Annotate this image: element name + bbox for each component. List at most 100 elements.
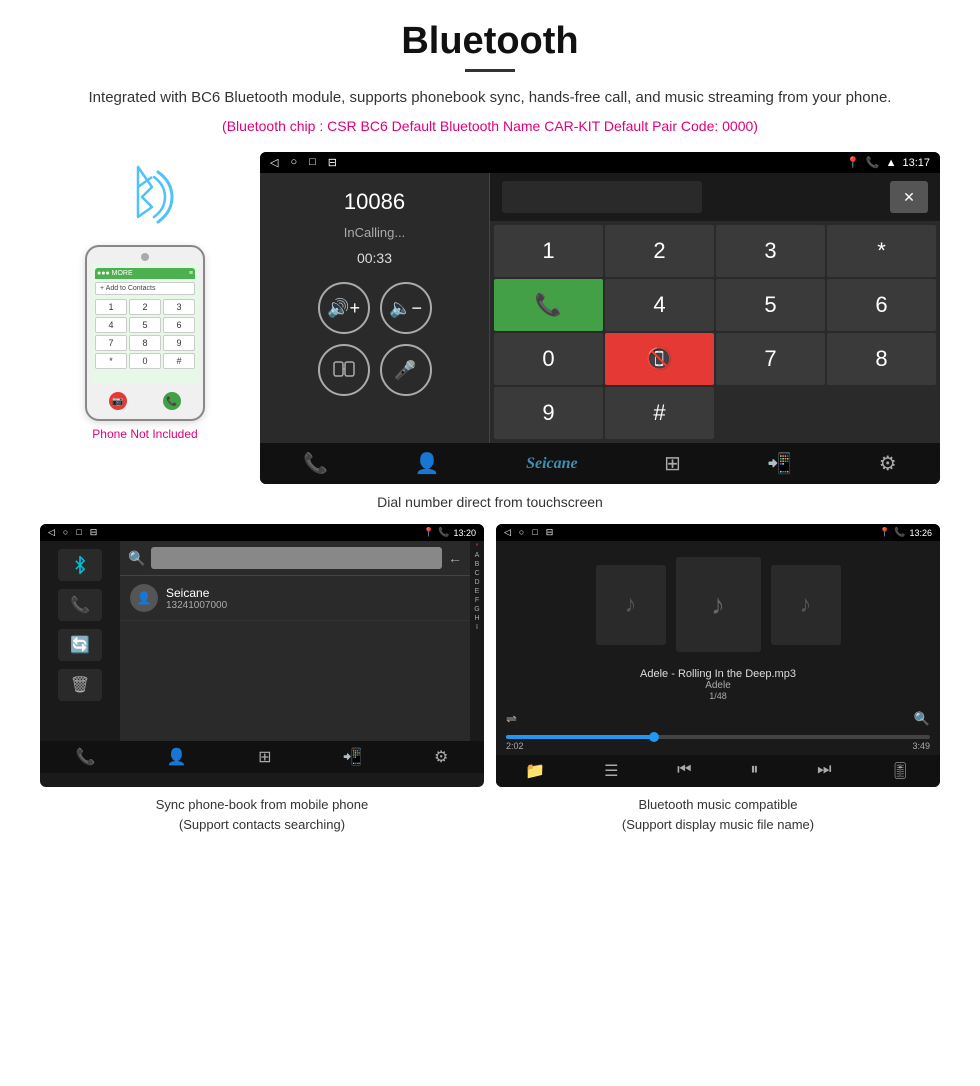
music-controls-row: ⇌ 🔍 (496, 707, 940, 731)
pb-main: 🔍 ← 👤 Seicane 13241007000 (120, 541, 470, 741)
dial-1[interactable]: 1 (494, 225, 603, 277)
phone-key-8: 8 (129, 335, 161, 351)
pb-alpha-i[interactable]: I (476, 624, 478, 631)
pb-alpha-h[interactable]: H (474, 615, 479, 622)
pb-bottom-grid[interactable]: ⊞ (258, 747, 271, 767)
dial-caption: Dial number direct from touchscreen (40, 494, 940, 510)
progress-times: 2:02 3:49 (506, 741, 930, 751)
pb-alpha-star[interactable]: * (476, 543, 479, 550)
pb-alpha-a[interactable]: A (475, 552, 480, 559)
dialpad-clear-btn[interactable]: ✕ (890, 181, 928, 213)
dial-0[interactable]: 0 (494, 333, 603, 385)
pb-delete-icon[interactable]: 🗑 (58, 669, 102, 701)
dial-6[interactable]: 6 (827, 279, 936, 331)
phonebook-screen: ◁ ○ □ ⊟ 📍 📞 13:20 (40, 524, 484, 787)
dial-8[interactable]: 8 (827, 333, 936, 385)
volume-down-btn[interactable]: 🔈− (380, 282, 432, 334)
play-pause-icon[interactable]: ⏸ (750, 761, 758, 781)
pb-alpha-e[interactable]: E (475, 588, 480, 595)
dial-9[interactable]: 9 (494, 387, 603, 439)
call-icon: 📞 (866, 156, 880, 169)
pb-bottom-bar: 📞 👤 ⊞ 📲 ⚙ (40, 741, 484, 773)
pb-nav-back: ◁ (48, 527, 55, 538)
pb-contact-row[interactable]: 👤 Seicane 13241007000 (120, 576, 470, 621)
phone-key-5: 5 (129, 317, 161, 333)
dial-call-btn[interactable]: 📞 (494, 279, 603, 331)
music-info: Adele - Rolling In the Deep.mp3 Adele 1/… (496, 662, 940, 707)
dial-3[interactable]: 3 (716, 225, 825, 277)
car-settings-icon[interactable]: ⚙ (879, 451, 897, 476)
call-controls: 🔊+ 🔈− 🎤 (318, 282, 432, 396)
playlist-icon[interactable]: ☰ (604, 761, 618, 781)
music-search-icon[interactable]: 🔍 (914, 711, 930, 727)
car-phone-icon[interactable]: 📞 (303, 451, 328, 476)
bottom-section: ◁ ○ □ ⊟ 📍 📞 13:20 (40, 524, 940, 834)
pb-alpha-b[interactable]: B (475, 561, 480, 568)
pb-status-right: 📍 📞 13:20 (423, 527, 476, 538)
phone-not-included-label: Phone Not Included (92, 427, 197, 441)
dialpad-grid: 1 2 3 * 📞 4 5 6 0 📵 7 8 9 (490, 221, 940, 443)
call-number: 10086 (344, 189, 405, 215)
music-location: 📍 (879, 527, 890, 538)
dial-5[interactable]: 5 (716, 279, 825, 331)
nav-square-icon: □ (309, 156, 316, 169)
progress-fill (506, 735, 654, 739)
bluetooth-signal-icon (110, 152, 180, 232)
pb-sync-icon[interactable]: 🔄 (58, 629, 102, 661)
car-dialpad-icon[interactable]: ⊞ (664, 451, 681, 476)
pb-alpha-f[interactable]: F (475, 597, 479, 604)
phone-screen: ●●● MORE ≡ + Add to Contacts 1 2 3 4 5 6… (91, 264, 199, 384)
pb-contact-name: Seicane (166, 586, 460, 600)
music-track: 1/48 (502, 691, 934, 701)
shuffle-icon[interactable]: ⇌ (506, 711, 517, 727)
mute-btn[interactable]: 🎤 (380, 344, 432, 396)
transfer-icon (332, 358, 356, 382)
progress-bar[interactable] (506, 735, 930, 739)
add-contacts-bar: + Add to Contacts (95, 282, 195, 295)
pb-bt-icon[interactable] (58, 549, 102, 581)
dial-hash[interactable]: # (605, 387, 714, 439)
equalizer-icon[interactable]: 🎚 (890, 761, 910, 781)
phone-key-4: 4 (95, 317, 127, 333)
prev-icon[interactable]: ⏮ (677, 761, 691, 781)
car-screen-area: ◁ ○ □ ⊟ 📍 📞 ▲ 13:17 (260, 152, 940, 484)
phone-key-1: 1 (95, 299, 127, 315)
dial-star[interactable]: * (827, 225, 936, 277)
phone-key-hash: # (163, 353, 195, 369)
volume-up-btn[interactable]: 🔊+ (318, 282, 370, 334)
dial-2[interactable]: 2 (605, 225, 714, 277)
dial-end-btn[interactable]: 📵 (605, 333, 714, 385)
pb-bottom-phone[interactable]: 📞 (76, 747, 96, 767)
music-artist: Adele (502, 680, 934, 691)
specs-line: (Bluetooth chip : CSR BC6 Default Blueto… (40, 118, 940, 134)
pb-back-arrow[interactable]: ← (448, 550, 462, 566)
pb-bottom-settings[interactable]: ⚙ (434, 747, 448, 767)
car-transfer-icon[interactable]: 📲 (767, 451, 792, 476)
page-title: Bluetooth (40, 20, 940, 63)
pb-status-bar: ◁ ○ □ ⊟ 📍 📞 13:20 (40, 524, 484, 541)
subtitle: Integrated with BC6 Bluetooth module, su… (40, 86, 940, 110)
music-content: ♪ ♪ ♪ Adele - Rolling In the Deep.mp3 Ad… (496, 541, 940, 755)
pb-search-input[interactable] (151, 547, 442, 569)
dial-4[interactable]: 4 (605, 279, 714, 331)
pb-bottom-transfer[interactable]: 📲 (343, 747, 363, 767)
car-contact-icon[interactable]: 👤 (415, 451, 440, 476)
dial-7[interactable]: 7 (716, 333, 825, 385)
pb-bottom-contact[interactable]: 👤 (167, 747, 187, 767)
folder-icon[interactable]: 📁 (525, 761, 545, 781)
phone-more: ≡ (189, 270, 193, 277)
pb-alpha-c[interactable]: C (474, 570, 479, 577)
location-icon: 📍 (846, 156, 860, 169)
car-right-panel: ✕ 1 2 3 * 📞 4 5 6 0 📵 (490, 173, 940, 443)
phone-key-9: 9 (163, 335, 195, 351)
pb-alpha-list: * A B C D E F G H I (470, 541, 484, 741)
car-status-right: 📍 📞 ▲ 13:17 (846, 156, 930, 169)
music-nav-menu: ⊟ (546, 527, 554, 538)
bt-small-icon (70, 555, 90, 575)
pb-alpha-g[interactable]: G (474, 606, 479, 613)
phone-status: ●●● MORE (97, 270, 133, 277)
next-icon[interactable]: ⏭ (817, 761, 831, 781)
transfer-btn[interactable] (318, 344, 370, 396)
pb-alpha-d[interactable]: D (474, 579, 479, 586)
pb-call-icon[interactable]: 📞 (58, 589, 102, 621)
